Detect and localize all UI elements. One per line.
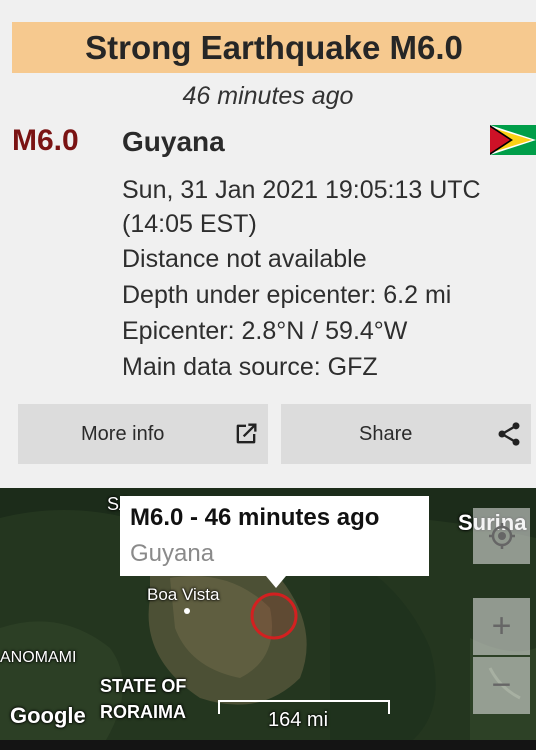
open-external-icon: [236, 423, 257, 444]
location-target-icon: [488, 523, 515, 549]
scale-label: 164 mi: [268, 709, 329, 731]
time-ago: 46 minutes ago: [182, 82, 354, 110]
distance: Distance not available: [122, 245, 367, 273]
city-dot: [184, 608, 190, 614]
map-label-boa-vista: Boa Vista: [147, 585, 220, 604]
zoom-in-button[interactable]: +: [473, 598, 530, 655]
map-label-roraima: RORAIMA: [100, 702, 186, 722]
epicenter: Epicenter: 2.8°N / 59.4°W: [122, 317, 408, 345]
system-nav-bar: [0, 740, 536, 750]
popup-pointer: [266, 576, 286, 588]
quake-card: Strong Earthquake M6.0 46 minutes ago M6…: [0, 0, 536, 488]
epicenter-marker[interactable]: [248, 590, 300, 642]
depth: Depth under epicenter: 6.2 mi: [122, 281, 452, 309]
local-time: (14:05 EST): [122, 210, 257, 238]
popup-subtitle: Guyana: [130, 540, 215, 567]
map-label-yanomami: ANOMAMI: [0, 649, 77, 666]
more-info-label: More info: [81, 422, 165, 445]
data-source: Main data source: GFZ: [122, 353, 378, 381]
quake-details: Sun, 31 Jan 2021 19:05:13 UTC (14:05 EST…: [122, 173, 532, 385]
google-logo: Google: [10, 703, 86, 728]
alert-title: Strong Earthquake M6.0: [85, 28, 463, 66]
quake-popup[interactable]: M6.0 - 46 minutes ago Guyana: [120, 496, 429, 576]
zoom-out-button[interactable]: −: [473, 657, 530, 714]
map-label-state-of: STATE OF: [100, 676, 187, 696]
guyana-flag-icon: [490, 125, 536, 155]
share-icon: [498, 422, 520, 446]
region-name: Guyana: [122, 126, 225, 157]
share-button[interactable]: Share: [281, 404, 531, 464]
magnitude: M6.0: [12, 124, 79, 157]
my-location-button[interactable]: [473, 508, 530, 564]
share-label: Share: [359, 422, 413, 445]
datetime: Sun, 31 Jan 2021 19:05:13 UTC: [122, 176, 481, 204]
more-info-button[interactable]: More info: [18, 404, 268, 464]
alert-banner: Strong Earthquake M6.0: [12, 22, 536, 73]
popup-title: M6.0 - 46 minutes ago: [130, 504, 380, 531]
